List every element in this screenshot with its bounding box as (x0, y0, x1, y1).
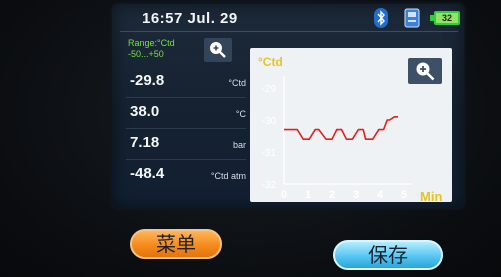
device-screen: 16:57 Jul. 29 32 Range:°Ctd -50...+50 -2… (112, 4, 464, 208)
trend-chart: °Ctd Min -29 -30 -31 -32 0 1 2 3 4 5 (258, 55, 442, 204)
chart-axes (283, 76, 412, 185)
x-tick-label: 1 (305, 189, 311, 201)
zoom-chart-button[interactable] (408, 58, 442, 84)
trend-series-line (284, 116, 398, 140)
y-axis-label: °Ctd (258, 55, 283, 69)
y-tick-label: -30 (262, 116, 277, 127)
save-button[interactable]: 保存 (333, 240, 443, 270)
x-tick-label: 2 (329, 189, 335, 201)
x-axis-label: Min (420, 189, 442, 204)
x-tick-label: 3 (353, 189, 359, 201)
chart-series (284, 116, 398, 140)
x-tick-label: 0 (281, 189, 287, 201)
menu-button[interactable]: 菜单 (130, 229, 222, 259)
y-tick-label: -29 (262, 84, 277, 95)
y-tick-label: -31 (262, 148, 277, 159)
x-tick-label: 4 (377, 189, 384, 201)
magnifier-plus-icon (416, 62, 435, 81)
x-tick-label: 5 (401, 189, 407, 201)
y-tick-label: -32 (262, 180, 277, 191)
